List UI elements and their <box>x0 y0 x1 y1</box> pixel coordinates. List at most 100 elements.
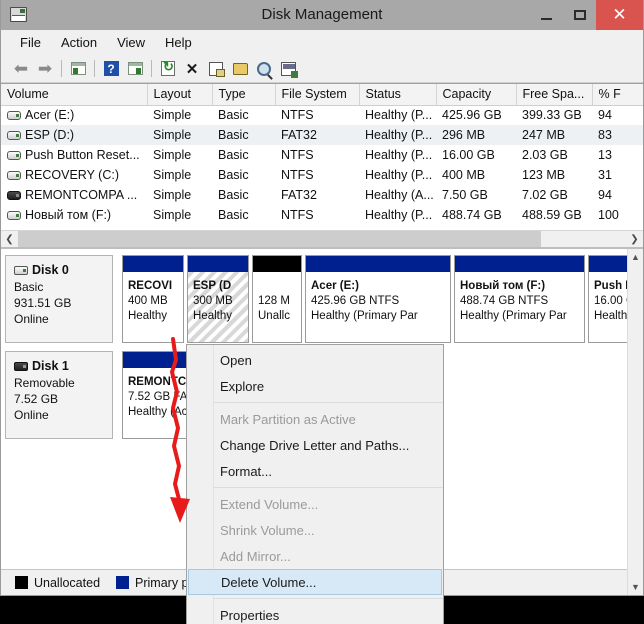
menu-separator <box>213 487 443 488</box>
partition-context-menu: Open Explore Mark Partition as Active Ch… <box>186 344 444 624</box>
menu-help[interactable]: Help <box>156 32 201 53</box>
scrollbar-track[interactable] <box>18 231 626 247</box>
window-controls: ✕ <box>530 0 643 30</box>
disk-header-disk-1[interactable]: Disk 1 Removable 7.52 GB Online <box>5 351 113 439</box>
graphical-view-vertical-scrollbar[interactable]: ▲ ▼ <box>627 249 643 595</box>
volume-label: ESP (D:) <box>25 128 75 142</box>
table-row[interactable]: Новый том (F:) Simple Basic NTFS Healthy… <box>1 205 643 225</box>
cell-status: Healthy (P... <box>359 125 436 145</box>
cell-status: Healthy (P... <box>365 108 433 123</box>
cell-layout: Simple <box>153 108 192 123</box>
toolbar-separator <box>94 60 95 77</box>
cell-file-system: NTFS <box>281 208 314 222</box>
cell-percent-free: 94 <box>598 188 612 202</box>
rescan-disks-icon[interactable] <box>156 58 180 80</box>
menu-separator <box>213 402 443 403</box>
scroll-right-icon[interactable]: ❯ <box>626 231 643 247</box>
show-hide-action-pane-icon[interactable] <box>123 58 147 80</box>
help-icon[interactable]: ? <box>99 58 123 80</box>
hard-disk-icon <box>7 210 21 220</box>
partition-status: Unallc <box>258 310 290 322</box>
disk-row-disk-0: Disk 0 Basic 931.51 GB Online RECOVI 400… <box>5 255 643 343</box>
volume-label: Acer (E:) <box>25 108 75 123</box>
scroll-up-icon[interactable]: ▲ <box>628 249 643 265</box>
column-header-file-system[interactable]: File System <box>275 84 360 106</box>
back-arrow-icon[interactable]: ⬅ <box>9 58 33 80</box>
cell-layout: Simple <box>147 125 212 145</box>
partition-block-selected[interactable]: ESP (D 300 MB Healthy <box>187 255 249 343</box>
partition-block-unallocated[interactable]: 128 M Unallc <box>252 255 302 343</box>
delete-icon[interactable]: ✕ <box>180 58 204 80</box>
disk-type: Removable <box>14 376 75 390</box>
volume-list-table: Volume Layout Type File System Status Ca… <box>1 84 643 225</box>
table-row[interactable]: Acer (E:) Simple Basic NTFS Healthy (P..… <box>1 105 643 125</box>
volume-list-pane: Volume Layout Type File System Status Ca… <box>1 83 643 247</box>
forward-arrow-icon[interactable]: ➡ <box>33 58 57 80</box>
menu-file[interactable]: File <box>11 32 50 53</box>
cell-capacity: 400 MB <box>442 168 486 182</box>
cell-capacity: 16.00 GB <box>442 148 495 162</box>
legend-swatch-primary-partition <box>116 576 130 589</box>
menu-item-open[interactable]: Open <box>187 347 443 373</box>
column-header-free-space[interactable]: Free Spa... <box>516 84 593 106</box>
disk-header-disk-0[interactable]: Disk 0 Basic 931.51 GB Online <box>5 255 113 343</box>
minimize-button[interactable] <box>530 0 563 30</box>
hard-disk-icon <box>7 110 21 120</box>
volume-label: REMONTCOMPA ... <box>25 188 138 202</box>
cell-file-system: FAT32 <box>281 188 317 202</box>
menu-item-change-drive-letter-and-paths[interactable]: Change Drive Letter and Paths... <box>187 432 443 458</box>
column-header-type[interactable]: Type <box>212 84 276 106</box>
menu-item-delete-volume[interactable]: Delete Volume... <box>188 569 442 595</box>
table-row[interactable]: Push Button Reset... Simple Basic NTFS H… <box>1 145 643 165</box>
cell-free-space: 488.59 GB <box>522 208 582 222</box>
table-row[interactable]: REMONTCOMPA ... Simple Basic FAT32 Healt… <box>1 185 643 205</box>
column-header-percent-free[interactable]: % F <box>592 84 643 106</box>
scroll-down-icon[interactable]: ▼ <box>628 579 643 595</box>
menu-item-explore[interactable]: Explore <box>187 373 443 399</box>
column-header-volume[interactable]: Volume <box>1 84 148 106</box>
partition-size: 128 M <box>258 295 290 307</box>
volume-list-horizontal-scrollbar[interactable]: ❮ ❯ <box>1 230 643 247</box>
toolbar-separator <box>151 60 152 77</box>
disk-management-window: Disk Management ✕ File Action View Help … <box>0 0 644 624</box>
column-header-capacity[interactable]: Capacity <box>436 84 517 106</box>
close-button[interactable]: ✕ <box>596 0 643 30</box>
partition-block[interactable]: Acer (E:) 425.96 GB NTFS Healthy (Primar… <box>305 255 451 343</box>
maximize-button[interactable] <box>563 0 596 30</box>
partition-color-bar <box>123 256 183 272</box>
cell-percent-free: 13 <box>598 148 612 162</box>
hard-disk-icon <box>7 130 21 140</box>
column-header-layout[interactable]: Layout <box>147 84 213 106</box>
partition-color-bar <box>455 256 584 272</box>
cell-layout: Simple <box>153 168 192 182</box>
cell-free-space: 2.03 GB <box>522 148 568 162</box>
toolbar-separator <box>61 60 62 77</box>
open-folder-icon[interactable] <box>228 58 252 80</box>
properties-icon[interactable] <box>204 58 228 80</box>
partition-block[interactable]: Новый том (F:) 488.74 GB NTFS Healthy (P… <box>454 255 585 343</box>
menu-item-properties[interactable]: Properties <box>187 602 443 624</box>
cell-type: Basic <box>212 125 275 145</box>
cell-capacity: 425.96 GB <box>442 108 502 123</box>
partition-block[interactable]: RECOVI 400 MB Healthy <box>122 255 184 343</box>
table-row[interactable]: ESP (D:) Simple Basic FAT32 Healthy (P..… <box>1 125 643 145</box>
partition-name: RECOVI <box>128 280 173 292</box>
all-tasks-icon[interactable] <box>276 58 300 80</box>
cell-status: Healthy (P... <box>365 168 433 182</box>
partition-status: Healthy (Primary Par <box>460 310 567 322</box>
removable-disk-icon <box>14 361 28 371</box>
table-row[interactable]: RECOVERY (C:) Simple Basic NTFS Healthy … <box>1 165 643 185</box>
disk-status: Online <box>14 408 49 422</box>
cell-volume: ESP (D:) <box>1 125 147 145</box>
menu-view[interactable]: View <box>108 32 154 53</box>
scroll-left-icon[interactable]: ❮ <box>1 231 18 247</box>
cell-capacity: 296 MB <box>436 125 516 145</box>
menu-item-format[interactable]: Format... <box>187 458 443 484</box>
column-header-status[interactable]: Status <box>359 84 437 106</box>
hard-disk-icon <box>14 265 28 275</box>
partition-color-bar <box>306 256 450 272</box>
show-hide-console-tree-icon[interactable] <box>66 58 90 80</box>
menu-action[interactable]: Action <box>52 32 106 53</box>
scrollbar-thumb[interactable] <box>18 231 541 247</box>
search-icon[interactable] <box>252 58 276 80</box>
